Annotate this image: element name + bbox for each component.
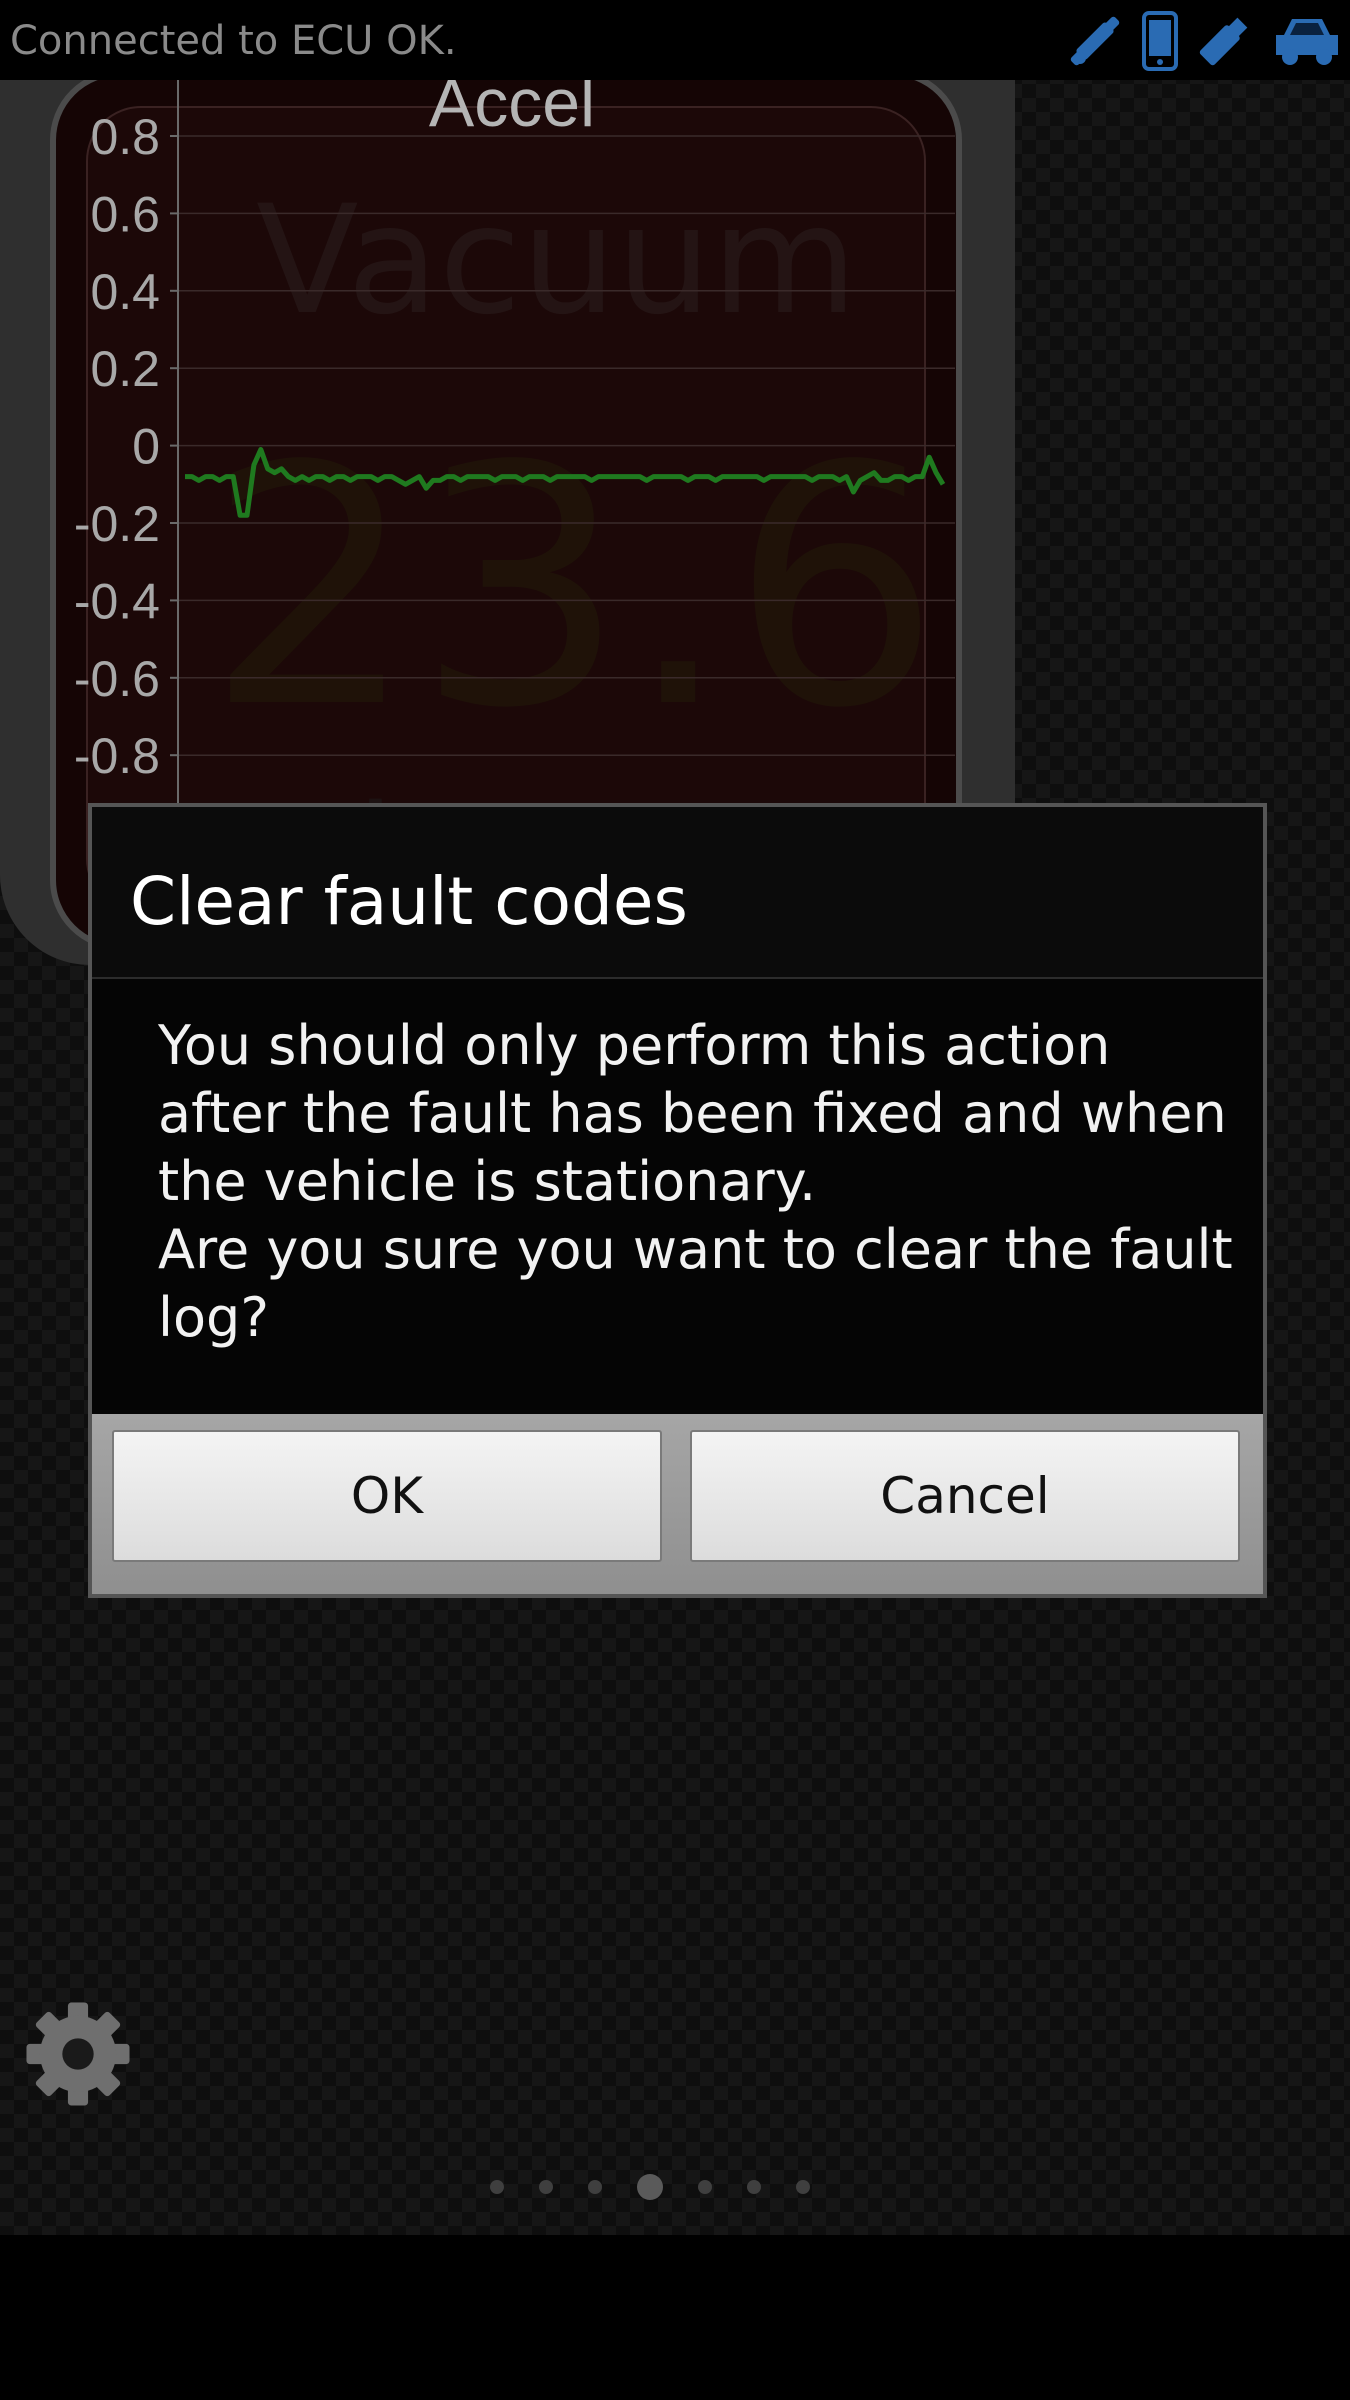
- dialog-header: Clear fault codes: [92, 807, 1263, 979]
- page-dot[interactable]: [796, 2180, 810, 2194]
- gear-icon[interactable]: [22, 1998, 134, 2110]
- navigation-bar-area: [0, 2235, 1350, 2400]
- dialog-button-bar: OK Cancel: [92, 1414, 1263, 1594]
- page-dot[interactable]: [490, 2180, 504, 2194]
- page-dot[interactable]: [698, 2180, 712, 2194]
- y-tick-label: 0.8: [90, 109, 160, 165]
- y-tick-label: -0.2: [74, 496, 160, 552]
- page-dot[interactable]: [747, 2180, 761, 2194]
- y-tick-label: -0.6: [74, 651, 160, 707]
- y-tick-label: 0: [132, 419, 160, 475]
- chart-series-line: [185, 447, 946, 518]
- page-dot[interactable]: [539, 2180, 553, 2194]
- usb-icon: [1199, 17, 1248, 66]
- clear-fault-codes-dialog: Clear fault codes You should only perfor…: [88, 803, 1267, 1598]
- car-icon: [1276, 19, 1338, 65]
- y-tick-label: -0.8: [74, 728, 160, 784]
- status-bar: Connected to ECU OK.: [0, 0, 1350, 80]
- phone-icon: [1142, 11, 1178, 71]
- dialog-message: You should only perform this action afte…: [158, 1012, 1238, 1352]
- satellite-icon: [1070, 16, 1120, 66]
- y-tick-label: 0.4: [90, 264, 160, 320]
- dialog-message-line: You should only perform this action afte…: [158, 1014, 1227, 1213]
- y-tick-label: 0.6: [90, 186, 160, 242]
- y-tick-label: 0.2: [90, 341, 160, 397]
- page-dot[interactable]: [637, 2174, 663, 2200]
- page-indicator[interactable]: [490, 2172, 810, 2202]
- dialog-title: Clear fault codes: [130, 863, 688, 940]
- ok-button[interactable]: OK: [112, 1430, 662, 1562]
- page-dot[interactable]: [588, 2180, 602, 2194]
- connection-status: Connected to ECU OK.: [10, 18, 457, 64]
- status-icons: [1066, 10, 1344, 72]
- dashboard-screen: Vacuum 23.664 in/Hg 0.80.60.40.20-0.2-0.…: [0, 0, 1350, 2235]
- dialog-message-line: Are you sure you want to clear the fault…: [158, 1218, 1233, 1349]
- y-tick-label: -0.4: [74, 573, 160, 629]
- cancel-button[interactable]: Cancel: [690, 1430, 1240, 1562]
